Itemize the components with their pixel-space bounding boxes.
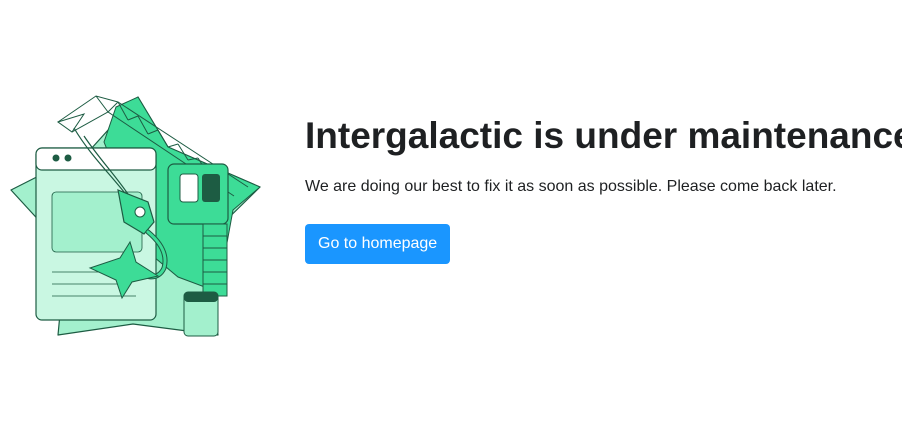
maintenance-illustration <box>8 92 264 340</box>
go-to-homepage-button[interactable]: Go to homepage <box>305 224 451 264</box>
maintenance-content: Intergalactic is under maintenance We ar… <box>305 112 902 264</box>
maintenance-message: We are doing our best to fix it as soon … <box>305 178 837 195</box>
page-title: Intergalactic is under maintenance <box>305 115 902 156</box>
maintenance-crane-star-icon <box>10 95 261 337</box>
